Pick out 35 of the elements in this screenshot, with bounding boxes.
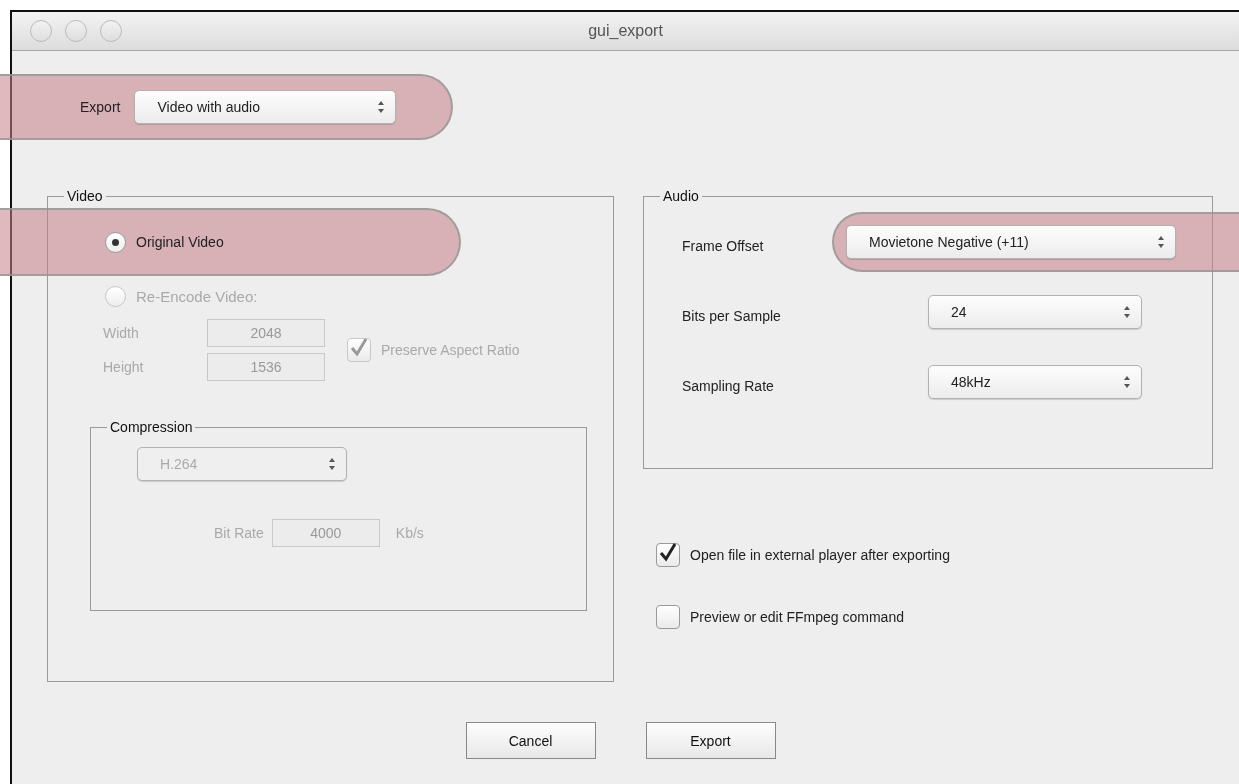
window-control-button[interactable] xyxy=(65,20,87,42)
stepper-arrows-icon xyxy=(1157,235,1165,249)
group-title: Audio xyxy=(662,188,700,204)
stepper-arrows-icon xyxy=(1123,305,1131,319)
checkbox-label: Open file in external player after exporting xyxy=(690,547,950,563)
checkbox-label: Preview or edit FFmpeg command xyxy=(690,609,904,625)
checkmark-icon xyxy=(659,542,677,562)
audio-dropdown[interactable]: Movietone Negative (+11) xyxy=(846,225,1176,259)
audio-setting-label: Bits per Sample xyxy=(682,308,782,324)
window-control-button[interactable] xyxy=(100,20,122,42)
group-title: Video xyxy=(66,188,104,204)
window-control-button[interactable] xyxy=(30,20,52,42)
export-label: Export xyxy=(80,99,121,115)
checkbox[interactable] xyxy=(656,605,680,629)
cancel-button[interactable]: Cancel xyxy=(465,722,596,759)
stepper-arrows-icon xyxy=(1123,375,1131,389)
checkbox-label: Preserve Aspect Ratio xyxy=(381,342,520,358)
checkmark-icon xyxy=(350,337,368,357)
audio-dropdown[interactable]: 24 xyxy=(928,295,1142,329)
group-title: Compression xyxy=(109,419,194,435)
export-dropdown[interactable]: Video with audio xyxy=(134,90,397,124)
radio-label: Re-Encode Video: xyxy=(136,288,258,305)
export-button[interactable]: Export xyxy=(645,722,776,759)
radio-label: Original Video xyxy=(136,234,224,250)
dimension-label: Height xyxy=(103,359,145,375)
checkbox[interactable] xyxy=(656,543,680,567)
stepper-arrows-icon xyxy=(328,457,336,471)
unit-label: Kb/s xyxy=(395,525,424,541)
window-title: gui_export xyxy=(588,22,663,40)
audio-setting-label: Frame Offset xyxy=(682,238,765,254)
stepper-arrows-icon xyxy=(377,100,386,114)
audio-setting-label: Sampling Rate xyxy=(682,378,775,394)
audio-dropdown[interactable]: 48kHz xyxy=(928,365,1142,399)
bit-rate-label: Bit Rate xyxy=(214,525,264,541)
dimension-label: Width xyxy=(103,325,140,341)
